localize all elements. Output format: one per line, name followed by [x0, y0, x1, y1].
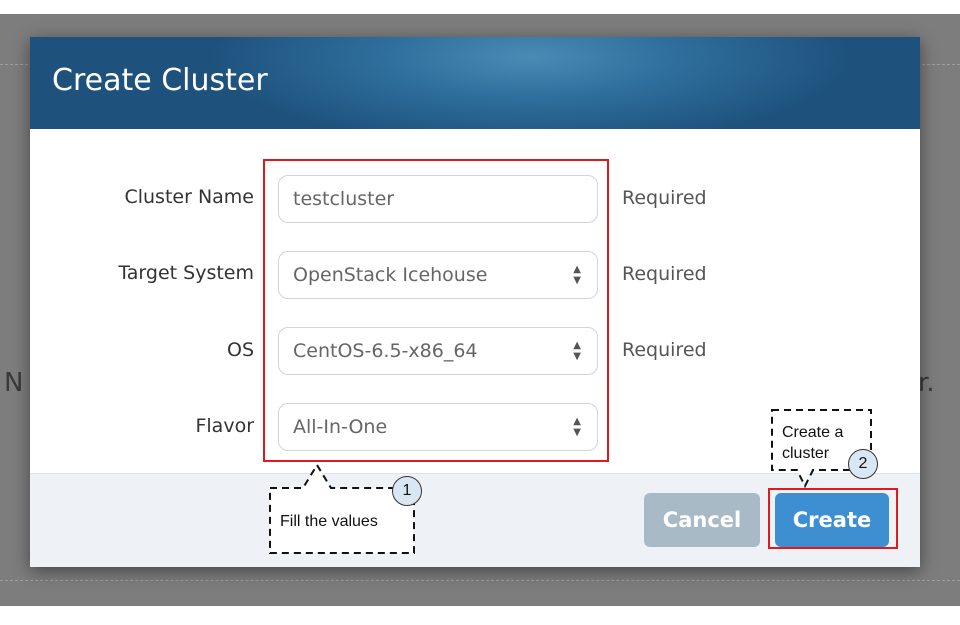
- callout-1-bubble: [269, 463, 415, 554]
- os-required: Required: [622, 339, 707, 361]
- step-2-badge: 2: [848, 449, 878, 479]
- step-1-badge: 1: [392, 476, 422, 506]
- os-label: OS: [226, 339, 254, 361]
- flavor-label: Flavor: [195, 415, 254, 437]
- dialog-header: Create Cluster: [30, 37, 920, 129]
- cluster-name-label: Cluster Name: [124, 186, 254, 208]
- cancel-button[interactable]: Cancel: [644, 493, 760, 547]
- background-divider-bottom: [0, 580, 960, 581]
- create-highlight-box: [768, 488, 898, 549]
- target-system-required: Required: [622, 263, 707, 285]
- fields-highlight-box: [263, 159, 609, 462]
- target-system-label: Target System: [118, 262, 254, 284]
- background-text-left: N: [4, 368, 24, 398]
- background-text-right: r.: [918, 368, 935, 398]
- cluster-name-required: Required: [622, 187, 707, 209]
- callout-1-text: Fill the values: [280, 513, 378, 530]
- dialog-title: Create Cluster: [52, 63, 268, 98]
